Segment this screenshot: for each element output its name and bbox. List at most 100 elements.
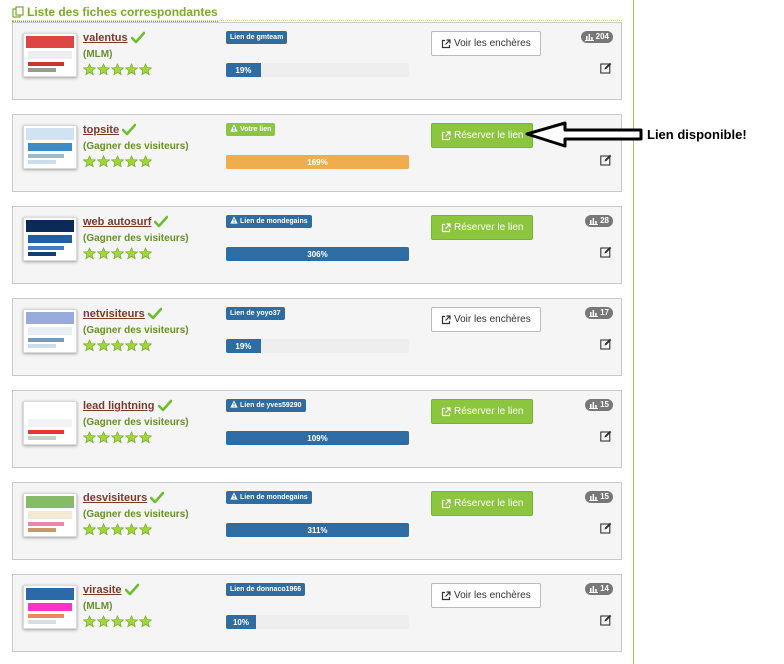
arrow-icon bbox=[525, 121, 643, 148]
site-title-link[interactable]: valentus bbox=[83, 32, 128, 44]
site-title-row: virasite bbox=[83, 583, 139, 597]
edit-icon[interactable] bbox=[600, 62, 612, 74]
site-title-row: topsite bbox=[83, 123, 137, 137]
star-icon bbox=[97, 155, 110, 168]
site-title-link[interactable]: desvisiteurs bbox=[83, 492, 147, 504]
site-thumbnail[interactable] bbox=[23, 125, 77, 169]
rating-stars bbox=[83, 615, 152, 628]
reserve-link-button[interactable]: Réserver le lien bbox=[431, 215, 534, 240]
external-link-icon bbox=[441, 130, 451, 140]
warning-icon bbox=[230, 400, 238, 408]
star-icon bbox=[83, 247, 96, 260]
bar-chart-icon bbox=[589, 586, 599, 593]
bid-progress-bar: 109% bbox=[226, 431, 409, 445]
site-thumbnail[interactable] bbox=[23, 309, 77, 353]
reserve-link-button[interactable]: Réserver le lien bbox=[431, 123, 534, 148]
site-thumbnail[interactable] bbox=[23, 217, 77, 261]
checkmark-icon bbox=[124, 583, 139, 596]
external-link-icon bbox=[441, 498, 451, 508]
star-icon bbox=[83, 523, 96, 536]
checkmark-icon bbox=[150, 491, 165, 504]
checkmark-icon bbox=[154, 215, 169, 228]
stats-count-badge[interactable]: 204 bbox=[580, 31, 613, 43]
bid-progress-bar: 10% bbox=[226, 615, 256, 629]
star-icon bbox=[139, 339, 152, 352]
site-category: (Gagner des visiteurs) bbox=[83, 509, 189, 520]
star-icon bbox=[139, 155, 152, 168]
star-icon bbox=[125, 615, 138, 628]
site-title-link[interactable]: web autosurf bbox=[83, 216, 151, 228]
view-bids-button[interactable]: Voir les enchères bbox=[431, 583, 541, 608]
site-category: (Gagner des visiteurs) bbox=[83, 141, 189, 152]
bid-progress-label: 109% bbox=[307, 433, 328, 443]
view-bids-button[interactable]: Voir les enchères bbox=[431, 307, 541, 332]
stats-count: 28 bbox=[600, 216, 609, 225]
star-icon bbox=[111, 339, 124, 352]
site-thumbnail[interactable] bbox=[23, 401, 77, 445]
site-title-link[interactable]: virasite bbox=[83, 584, 122, 596]
button-label: Voir les enchères bbox=[454, 314, 531, 325]
edit-icon[interactable] bbox=[600, 154, 612, 166]
owner-badge-label: Votre lien bbox=[240, 126, 272, 133]
rating-stars bbox=[83, 523, 152, 536]
edit-icon[interactable] bbox=[600, 614, 612, 626]
star-icon bbox=[111, 431, 124, 444]
owner-badge: Lien de yves59290 bbox=[226, 399, 306, 412]
stats-count-badge[interactable]: 14 bbox=[585, 583, 613, 595]
listing-card: netvisiteurs (Gagner des visiteurs) Lien d… bbox=[12, 298, 622, 376]
bid-progress-bar: 306% bbox=[226, 247, 409, 261]
bid-progress-bar: 19% bbox=[226, 63, 261, 77]
external-link-icon bbox=[441, 406, 451, 416]
site-thumbnail[interactable] bbox=[23, 493, 77, 537]
star-icon bbox=[97, 431, 110, 444]
site-title-link[interactable]: netvisiteurs bbox=[83, 308, 145, 320]
star-icon bbox=[111, 615, 124, 628]
stats-count-badge[interactable]: 28 bbox=[585, 215, 613, 227]
external-link-icon bbox=[441, 222, 451, 232]
star-icon bbox=[97, 63, 110, 76]
owner-badge: Lien de donnaco1966 bbox=[226, 583, 306, 596]
owner-badge: Lien de mondegains bbox=[226, 491, 312, 504]
stats-count: 15 bbox=[600, 400, 609, 409]
star-icon bbox=[125, 63, 138, 76]
owner-badge-label: Lien de donnaco1966 bbox=[230, 586, 302, 593]
stats-count: 204 bbox=[595, 32, 609, 41]
site-title-link[interactable]: topsite bbox=[83, 124, 119, 136]
edit-icon[interactable] bbox=[600, 522, 612, 534]
rating-stars bbox=[83, 431, 152, 444]
edit-icon[interactable] bbox=[600, 338, 612, 350]
site-thumbnail[interactable] bbox=[23, 585, 77, 629]
reserve-link-button[interactable]: Réserver le lien bbox=[431, 491, 534, 516]
rating-stars bbox=[83, 63, 152, 76]
edit-icon[interactable] bbox=[600, 430, 612, 442]
site-category: (MLM) bbox=[83, 601, 113, 612]
owner-badge: Lien de gmteam bbox=[226, 31, 288, 44]
bid-progress-label: 19% bbox=[235, 341, 252, 351]
star-icon bbox=[125, 155, 138, 168]
view-bids-button[interactable]: Voir les enchères bbox=[431, 31, 541, 56]
star-icon bbox=[139, 63, 152, 76]
site-thumbnail[interactable] bbox=[23, 33, 77, 77]
checkmark-icon bbox=[157, 399, 172, 412]
bid-progress: 109% bbox=[226, 431, 409, 445]
site-title-row: valentus bbox=[83, 31, 145, 45]
button-label: Réserver le lien bbox=[454, 498, 524, 509]
owner-badge-label: Lien de mondegains bbox=[240, 218, 308, 225]
star-icon bbox=[111, 523, 124, 536]
bid-progress-label: 306% bbox=[307, 249, 328, 259]
owner-badge-label: Lien de yoyo37 bbox=[230, 310, 281, 317]
bid-progress: 311% bbox=[226, 523, 409, 537]
site-title-row: lead lightning bbox=[83, 399, 172, 413]
star-icon bbox=[83, 63, 96, 76]
header-divider bbox=[12, 20, 622, 21]
star-icon bbox=[83, 339, 96, 352]
star-icon bbox=[83, 155, 96, 168]
edit-icon[interactable] bbox=[600, 246, 612, 258]
stats-count-badge[interactable]: 15 bbox=[585, 491, 613, 503]
stats-count-badge[interactable]: 17 bbox=[585, 307, 613, 319]
star-icon bbox=[111, 247, 124, 260]
bar-chart-icon bbox=[589, 218, 599, 225]
stats-count-badge[interactable]: 15 bbox=[585, 399, 613, 411]
site-title-link[interactable]: lead lightning bbox=[83, 400, 155, 412]
reserve-link-button[interactable]: Réserver le lien bbox=[431, 399, 534, 424]
